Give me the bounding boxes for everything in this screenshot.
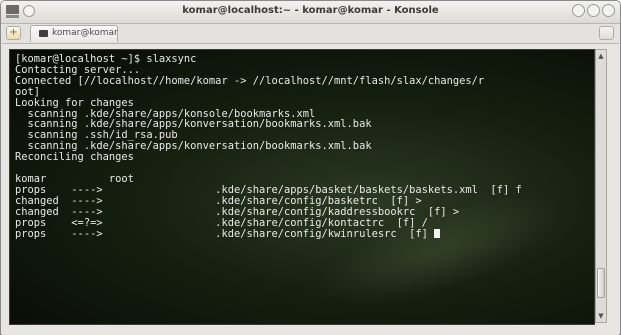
tab-bar: + komar@komar [2,24,619,44]
terminal-output: [komar@localhost ~]$ slaxsync Contacting… [15,54,522,239]
tab-session[interactable]: komar@komar [30,25,118,42]
text-cursor [434,228,441,238]
new-tab-icon[interactable]: + [6,26,21,40]
terminal-view[interactable]: [komar@localhost ~]$ slaxsync Contacting… [9,49,595,325]
close-icon[interactable] [602,4,615,17]
arrow-up-icon[interactable]: ▲ [597,51,605,61]
terminal-line: props ----> .kde/share/config/kwinrulesr… [15,227,435,240]
window-bottom-frame [2,325,619,335]
tab-label: komar@komar [52,28,118,38]
arrow-down-icon[interactable]: ▼ [597,311,605,321]
title-bar[interactable]: komar@localhost:~ - komar@komar - Konsol… [1,1,620,24]
konsole-window: komar@localhost:~ - komar@komar - Konsol… [0,0,621,335]
maximize-icon[interactable] [587,4,600,17]
terminal-line: Reconciling changes [15,151,134,164]
close-tab-icon[interactable] [599,26,614,40]
terminal-icon [39,30,48,37]
terminal-line: Connected [//localhost//home/komar -> //… [15,74,485,87]
window-title: komar@localhost:~ - komar@komar - Konsol… [182,5,439,16]
scrollbar-thumb[interactable] [597,268,605,298]
vertical-scrollbar[interactable]: ▲ ▼ [595,49,607,323]
minimize-icon[interactable] [572,4,585,17]
